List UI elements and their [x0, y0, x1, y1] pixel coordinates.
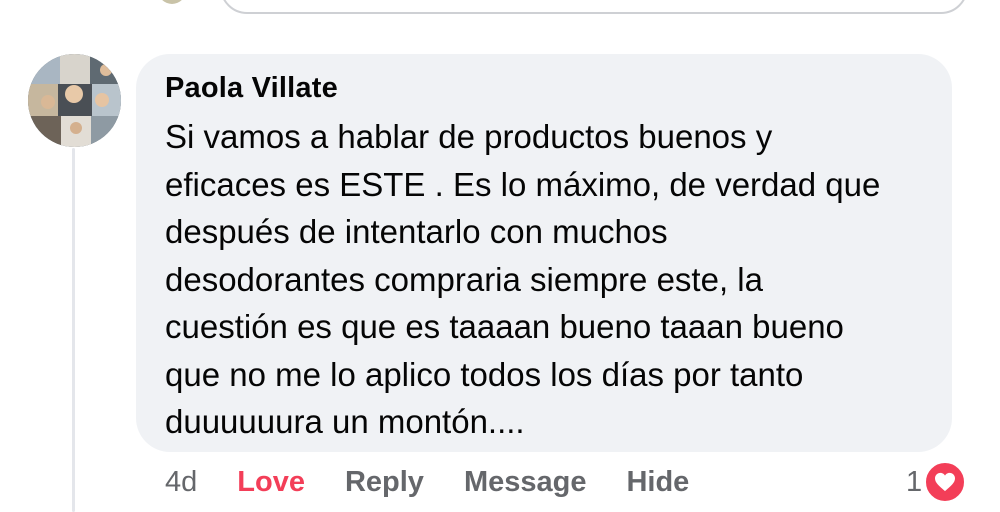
avatar-photo	[28, 54, 121, 147]
reply-button[interactable]: Reply	[345, 466, 424, 499]
comment-text-line: desodorantes compraria siempre este, la	[165, 260, 763, 298]
comment-text-line: cuestión es que es taaaan bueno taaan bu…	[165, 308, 844, 345]
comment-text-line: que no me lo aplico todos los días por t…	[165, 355, 804, 393]
author-name[interactable]: Paola Villate	[165, 72, 338, 105]
heart-icon	[924, 461, 967, 503]
previous-avatar	[158, 0, 186, 4]
timestamp[interactable]: 4d	[165, 466, 197, 499]
love-button[interactable]: Love	[237, 466, 305, 499]
comment-actions: 4d Love Reply Message Hide	[165, 462, 729, 502]
comment-text-line: después de intentarlo con muchos	[165, 213, 668, 250]
comment-input-field[interactable]	[220, 0, 968, 14]
comment-thread: Paola Villate Si vamos a hablar de produ…	[0, 0, 1000, 512]
comment-text-line: Si vamos a hablar de productos buenos y	[165, 118, 773, 155]
reaction-summary[interactable]: 1	[906, 461, 967, 503]
message-button[interactable]: Message	[464, 466, 587, 499]
hide-button[interactable]: Hide	[626, 466, 689, 499]
reaction-count: 1	[906, 465, 923, 498]
comment-text-line: duuuuuura un montón....	[165, 403, 525, 440]
thread-line	[72, 148, 75, 512]
avatar[interactable]	[28, 54, 121, 147]
comment-text-line: eficaces es ESTE . Es lo máximo, de verd…	[165, 165, 881, 203]
comment-text: Si vamos a hablar de productos buenos y …	[165, 113, 935, 446]
